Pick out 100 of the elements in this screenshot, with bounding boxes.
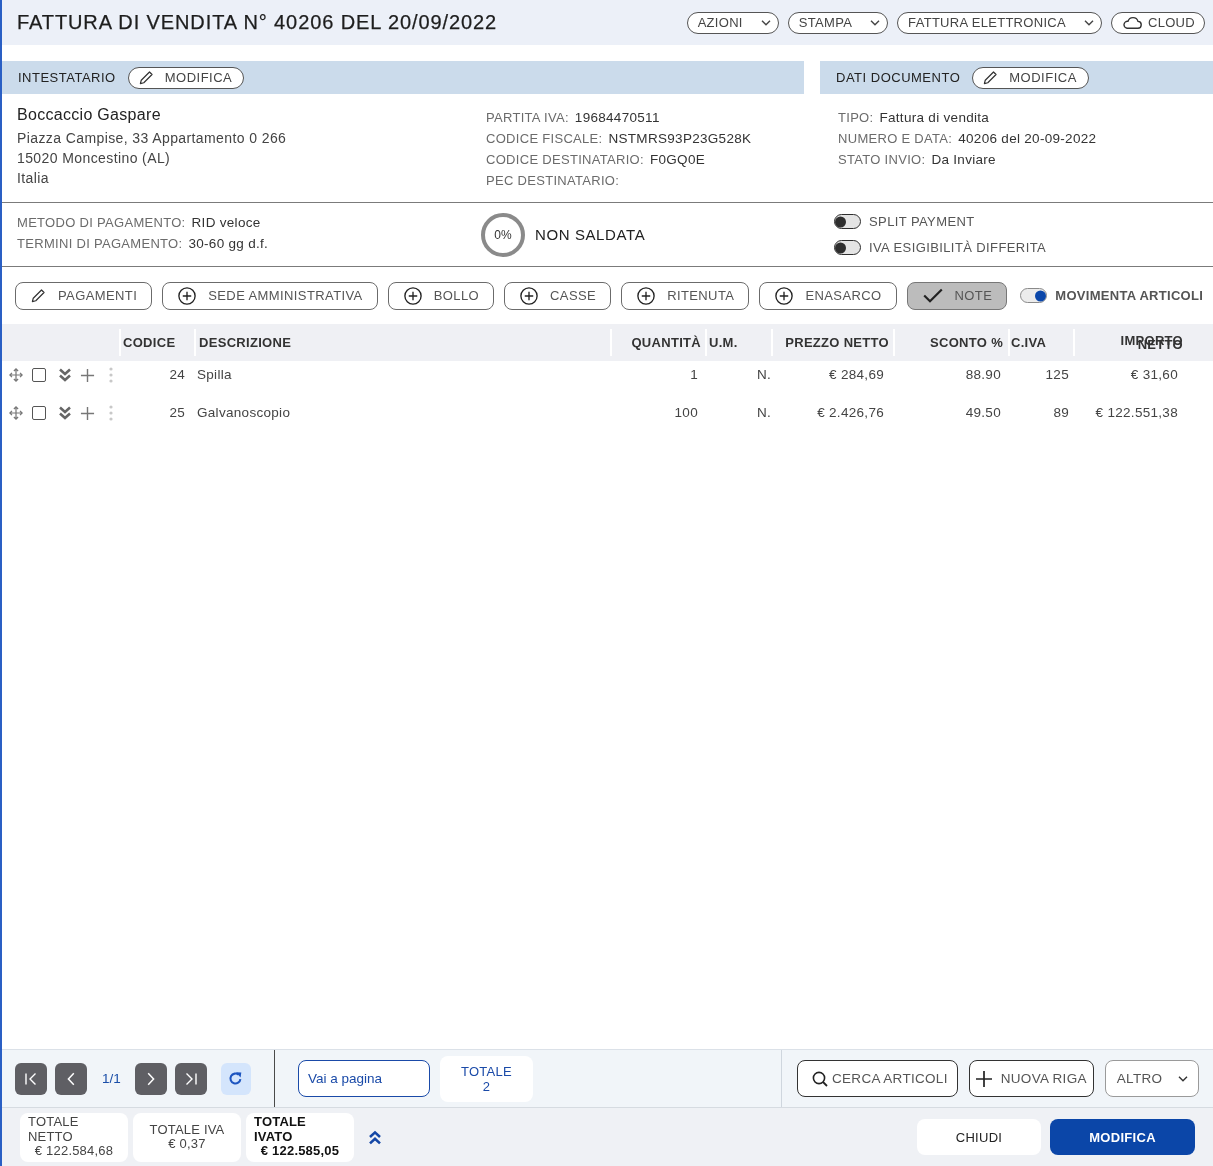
count-value: 2	[482, 1078, 491, 1094]
switch-label: SPLIT PAYMENT	[869, 214, 975, 229]
field-label: METODO DI PAGAMENTO:	[17, 214, 186, 230]
column-header: SCONTO %	[930, 335, 1003, 350]
column-header: CODICE	[123, 335, 176, 350]
check-icon	[922, 288, 943, 303]
double-chevron-down-icon[interactable]	[58, 406, 72, 420]
field-value: F0GQ0E	[649, 152, 705, 167]
refresh-button[interactable]	[220, 1062, 251, 1095]
plus-circle-icon	[775, 286, 794, 305]
next-page-button[interactable]	[134, 1062, 167, 1095]
plus-icon[interactable]	[80, 367, 95, 383]
pencil-icon	[138, 70, 154, 85]
table-cell-text: 1	[689, 366, 699, 384]
section-title: DATI DOCUMENTO	[836, 70, 961, 85]
chevron-right-icon	[146, 1071, 155, 1086]
field-value: 30-60 gg d.f.	[188, 235, 269, 251]
field-label: STATO INVIO:	[838, 152, 926, 167]
dropdown-button[interactable]: AZIONI	[686, 11, 779, 34]
table-cell-text: 88.90	[964, 366, 1002, 384]
cloud-button[interactable]: CLOUD	[1111, 11, 1205, 34]
edit-button[interactable]: MODIFICA	[972, 66, 1089, 89]
toggle-switch[interactable]	[834, 214, 861, 229]
page-input[interactable]: Vai a pagina	[298, 1060, 430, 1097]
address-line: Piazza Campise, 33 Appartamento 0 266	[17, 129, 288, 148]
table-cell-text: € 284,69	[828, 366, 885, 384]
last-page-button[interactable]	[174, 1062, 207, 1095]
toggle-switch[interactable]	[1020, 288, 1048, 303]
switch-label: MOVIMENTA ARTICOLI	[1055, 288, 1204, 303]
dropdown-button[interactable]: ALTRO	[1104, 1060, 1199, 1097]
table-cell-text: 89	[1052, 404, 1070, 422]
table-cell-text: € 31,60	[1129, 366, 1179, 384]
previous-page-button[interactable]	[55, 1062, 87, 1095]
field-label: CODICE FISCALE:	[486, 131, 603, 146]
plus-icon[interactable]	[80, 405, 95, 421]
move-icon[interactable]	[9, 406, 23, 420]
double-chevron-down-icon[interactable]	[58, 368, 72, 382]
edit-button[interactable]: MODIFICA	[1050, 1119, 1195, 1155]
column-header: IMPORTO NETTO	[1120, 332, 1183, 353]
toolbar-button[interactable]: NOTE	[906, 281, 1008, 310]
field-label: TERMINI DI PAGAMENTO:	[17, 235, 183, 251]
toolbar-button[interactable]: CASSE	[504, 281, 612, 310]
table-cell-text: 125	[1044, 366, 1070, 384]
search-button[interactable]: CERCA ARTICOLI	[797, 1060, 958, 1097]
field-value: 19684470511	[574, 110, 660, 125]
cloud-icon	[1122, 16, 1142, 29]
vertical-dots-icon[interactable]	[109, 405, 113, 421]
table-cell-text: N.	[755, 366, 771, 384]
toolbar-button[interactable]: BOLLO	[387, 281, 495, 310]
address-line: Italia	[17, 169, 50, 188]
edit-button[interactable]: MODIFICA	[127, 66, 245, 89]
checkbox[interactable]	[32, 368, 46, 382]
plus-circle-icon	[520, 286, 539, 305]
payment-status: NON SALDATA	[535, 226, 646, 243]
column-header: DESCRIZIONE	[199, 335, 292, 350]
column-header: U.M.	[709, 335, 738, 350]
toolbar-button[interactable]: PAGAMENTI	[15, 281, 153, 310]
chevron-down-icon	[760, 19, 771, 26]
add-row-button[interactable]: NUOVA RIGA	[968, 1060, 1094, 1097]
close-button[interactable]: CHIUDI	[917, 1119, 1041, 1155]
double-chevron-up-icon[interactable]	[368, 1129, 382, 1145]
plus-circle-icon	[403, 286, 422, 305]
toolbar-button[interactable]: ENASARCO	[759, 281, 897, 310]
address-line: 15020 Moncestino (AL)	[17, 149, 172, 168]
chevron-down-icon	[1084, 19, 1094, 26]
table-cell-text: 25	[168, 404, 186, 422]
table-cell-text: Spilla	[196, 366, 233, 384]
section-title: INTESTATARIO	[18, 70, 116, 85]
total-label: TOTALE IVATO	[254, 1115, 307, 1145]
table-cell-text: N.	[755, 404, 771, 422]
field-label: PEC DESTINATARIO:	[486, 173, 620, 188]
dropdown-button[interactable]: FATTURA ELETTRONICA	[897, 11, 1102, 34]
page-indicator: 1/1	[102, 1071, 121, 1086]
field-value: Fattura di vendita	[879, 110, 990, 125]
table-cell-text: 100	[673, 404, 699, 422]
checkbox[interactable]	[32, 406, 46, 420]
total-value: € 122.584,68	[34, 1144, 114, 1159]
plus-icon	[974, 1069, 993, 1088]
switch-label: IVA ESIGIBILITÀ DIFFERITA	[869, 240, 1047, 255]
vertical-dots-icon[interactable]	[109, 367, 113, 383]
column-header: PREZZO NETTO	[785, 335, 889, 350]
last-page-icon	[183, 1071, 198, 1086]
first-page-icon	[24, 1071, 38, 1086]
field-label: NUMERO E DATA:	[838, 131, 953, 146]
total-value: € 122.585,05	[260, 1144, 340, 1159]
move-icon[interactable]	[9, 368, 23, 382]
field-value: RID veloce	[191, 214, 261, 230]
field-value: 40206 del 20-09-2022	[958, 131, 1097, 146]
toolbar-button[interactable]: SEDE AMMINISTRATIVA	[162, 281, 378, 310]
toolbar-button[interactable]: RITENUTA	[621, 281, 750, 310]
toggle-switch[interactable]	[834, 240, 861, 255]
column-header: C.IVA	[1011, 335, 1047, 350]
field-label: PARTITA IVA:	[486, 110, 569, 125]
refresh-icon	[228, 1071, 244, 1086]
chevron-left-icon	[67, 1071, 75, 1086]
customer-name: Boccaccio Gaspare	[17, 105, 162, 125]
table-cell-text: 24	[168, 366, 186, 384]
dropdown-button[interactable]: STAMPA	[787, 11, 889, 34]
table-cell-text: Galvanoscopio	[196, 404, 292, 422]
first-page-button[interactable]	[15, 1062, 47, 1095]
